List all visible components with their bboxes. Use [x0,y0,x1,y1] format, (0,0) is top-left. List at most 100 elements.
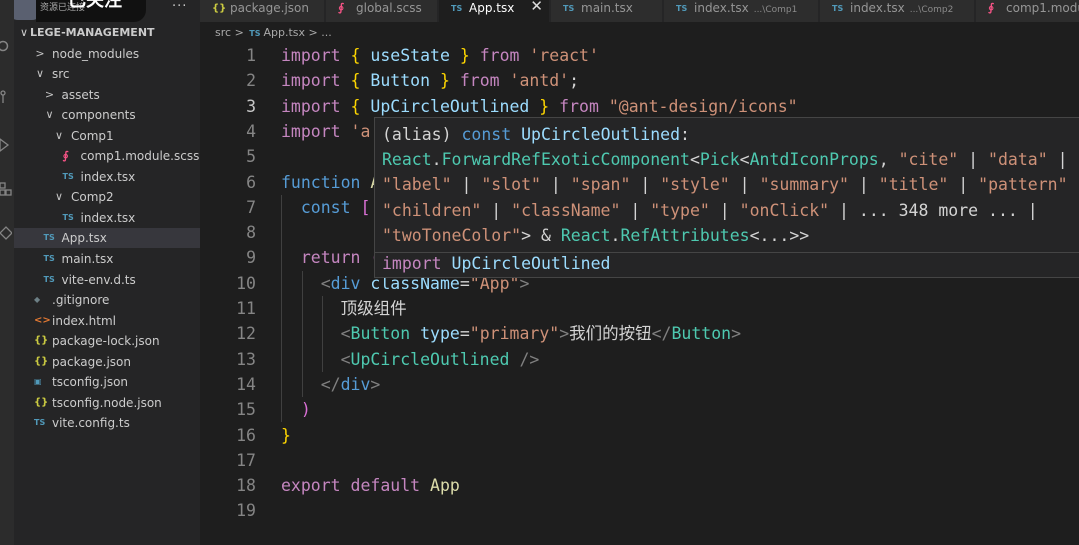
breadcrumb-file[interactable]: App.tsx [264,26,306,39]
project-folder-header[interactable]: ∨ LEGE-MANAGEMENT [20,25,155,41]
code-line[interactable]: 13 <UpCircleOutlined /> [200,347,1079,372]
tree-folder[interactable]: ∨ Comp2 [14,187,200,207]
code-line[interactable]: 16} [200,423,1079,448]
tree-item-label: index.tsx [80,169,136,184]
code-token: } [449,46,470,65]
source-control-icon[interactable] [0,90,12,104]
code-token: import [281,46,351,65]
ts-file-icon: TS [43,274,55,284]
scss-file-icon: ∮ [988,1,995,14]
tree-file[interactable]: TS vite-env.d.ts [14,270,200,290]
tree-item-label: package.json [52,354,132,369]
tab-package-json[interactable]: {} package.json [200,0,325,22]
tree-file[interactable]: ∮ comp1.module.scss [14,146,200,166]
code-token: < [281,349,351,369]
tree-item-label: vite-env.d.ts [61,272,136,287]
code-token: UpCircleOutlined [350,349,520,369]
code-token: | [540,175,571,195]
tab-description: ...\Comp2 [909,5,954,15]
code-line[interactable]: 19 [200,498,1079,523]
explorer-sidebar: 资源已连接 已关注 ··· ∨ LEGE-MANAGEMENT > node_mod… [14,0,200,545]
explorer-top: 资源已连接 已关注 ··· [14,0,200,22]
code-token: ) [281,400,311,420]
code-token: 'a [350,121,371,141]
code-line[interactable]: 14 </div> [200,372,1079,397]
tree-item-label: vite.config.ts [52,416,130,431]
code-token: Pick [699,150,740,170]
tree-folder[interactable]: > node_modules [14,44,200,64]
code-token: > [559,324,570,344]
breadcrumb-folder[interactable]: src [215,26,231,39]
tooltip-signature-line: "children" | "className" | "type" | "onC… [382,198,1048,223]
code-token: type [420,324,460,344]
tree-file[interactable]: ▣ tsconfig.json [14,372,200,392]
code-token: , [878,150,899,170]
tab-comp1-module-scss[interactable]: ∮ comp1.module.scss [976,0,1079,22]
code-text: </div> [281,372,381,397]
code-token: > [370,374,381,394]
json-file-icon: {} [34,335,49,347]
code-token: UpCircleOutlined [370,96,530,116]
code-line[interactable]: 12 <Button type="primary">我们的按钮</Button> [200,321,1079,346]
activity-bar [0,0,14,545]
tree-file[interactable]: {} tsconfig.node.json [14,393,200,413]
tree-file[interactable]: TS App.tsx [14,228,200,249]
line-number: 17 [236,450,256,470]
tab-global-scss[interactable]: ∮ global.scss [326,0,438,22]
code-token: | [709,200,740,220]
code-token: ; [569,71,580,91]
tree-folder[interactable]: ∨ components [14,105,200,125]
extensions-icon[interactable] [0,182,12,196]
code-line[interactable]: 1 import { useState } from 'react' [200,43,1079,68]
tab-index-tsx[interactable]: TS index.tsx ...\Comp2 [820,0,975,22]
tree-item-label: Comp2 [71,190,114,205]
tree-file[interactable]: TS vite.config.ts [14,413,200,433]
code-line[interactable]: 17 [200,448,1079,473]
close-icon[interactable]: ✕ [530,0,543,14]
tree-file[interactable]: {} package-lock.json [14,331,200,351]
code-line[interactable]: 3 import { UpCircleOutlined } from "@ant-… [200,94,1079,119]
stream-title: 已关注 [68,0,122,11]
tree-folder[interactable]: ∨ src [14,64,200,84]
code-line[interactable]: 15 ) [200,397,1079,422]
line-number: 3 [246,96,256,116]
tree-file[interactable]: {} package.json [14,352,200,372]
tooltip-import-line: import UpCircleOutlined [382,251,611,276]
code-line[interactable]: 18 export default App [200,473,1079,498]
run-debug-icon[interactable] [0,138,12,152]
tree-folder[interactable]: > assets [14,85,200,105]
tree-file[interactable]: <> index.html [14,311,200,331]
ts-file-icon: TS [43,233,55,243]
tab-index-tsx[interactable]: TS index.tsx ...\Comp1 [664,0,819,22]
code-token: Button [671,324,732,344]
code-token: 顶级组件 [281,299,407,318]
chevron-right-icon: > [44,87,55,101]
tree-file[interactable]: TS index.tsx [14,208,200,228]
tree-file[interactable]: TS main.tsx [14,249,200,269]
tree-file[interactable]: ◆ .gitignore [14,290,200,310]
line-number: 18 [236,476,256,496]
remote-icon[interactable] [0,226,12,240]
code-line[interactable]: 2 import { Button } from 'antd'; [200,68,1079,93]
tsconfig-file-icon: ▣ [34,377,42,387]
line-number: 19 [236,501,256,521]
code-text: const [ [281,195,371,220]
tree-folder[interactable]: ∨ Comp1 [14,126,200,146]
hover-tooltip: (alias) const UpCircleOutlined: React.For… [374,117,1079,278]
json-file-icon: {} [212,3,227,14]
breadcrumb-separator: > [234,26,244,39]
code-token: "@ant-design/icons" [608,96,798,116]
tree-file[interactable]: TS index.tsx [14,167,200,187]
breadcrumb-tail[interactable]: > ... [309,26,332,39]
code-token: "pattern" [978,175,1068,195]
search-icon[interactable] [0,40,12,54]
code-token: (alias) [382,125,462,144]
code-line[interactable]: 11 顶级组件 [200,296,1079,321]
chevron-right-icon: > [35,46,45,60]
line-number: 15 [236,400,256,420]
more-actions-icon[interactable]: ··· [172,0,187,14]
tab-main-tsx[interactable]: TS main.tsx [551,0,663,22]
ts-file-icon: TS [676,4,688,13]
typescript-file-icon: TS [249,29,261,38]
tab-app-tsx[interactable]: TS App.tsx ✕ [439,0,550,22]
